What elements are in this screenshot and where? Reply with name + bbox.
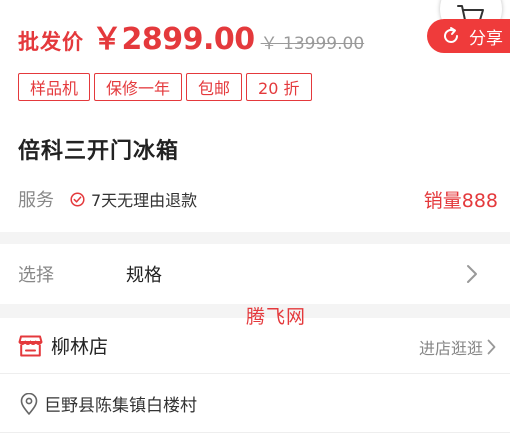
share-button[interactable]: 分享 [427, 19, 510, 53]
store-icon [18, 335, 43, 357]
tag-sample: 样品机 [18, 73, 91, 101]
price-row: 批发价 ￥2899.00 ￥ 13999.00 [18, 14, 364, 64]
store-address: 巨野县陈集镇白楼村 [44, 396, 197, 416]
store-row: 柳林店 进店逛逛 [0, 318, 510, 374]
location-pin-icon [20, 392, 38, 415]
store-name: 柳林店 [51, 336, 109, 358]
select-label: 选择 [18, 265, 54, 286]
service-row: 服务 7天无理由退款 销量888 [18, 184, 498, 214]
tag-free-shipping: 包邮 [186, 73, 243, 101]
original-price: ￥ 13999.00 [260, 34, 365, 54]
product-tags: 样品机 保修一年 包邮 20 折 [18, 73, 316, 101]
section-divider [0, 232, 510, 244]
service-text: 7天无理由退款 [91, 191, 198, 210]
share-label: 分享 [469, 28, 503, 49]
tag-discount: 20 折 [246, 73, 312, 101]
visit-store-label: 进店逛逛 [418, 339, 483, 358]
price-label: 批发价 [18, 30, 84, 54]
chevron-right-icon [466, 264, 478, 288]
visit-store-link[interactable]: 进店逛逛 [419, 335, 496, 359]
current-price: ￥2899.00 [92, 22, 255, 57]
product-title: 倍科三开门冰箱 [18, 139, 180, 164]
tag-warranty: 保修一年 [94, 73, 183, 101]
spec-value: 规格 [126, 265, 162, 286]
share-icon [444, 27, 458, 43]
spec-selector[interactable]: 选择 规格 [0, 244, 510, 304]
check-circle-icon [70, 191, 85, 207]
chevron-right-icon [487, 339, 496, 355]
address-row: 巨野县陈集镇白楼村 [0, 375, 510, 433]
sales-count: 销量888 [423, 189, 498, 212]
service-label: 服务 [18, 190, 54, 211]
